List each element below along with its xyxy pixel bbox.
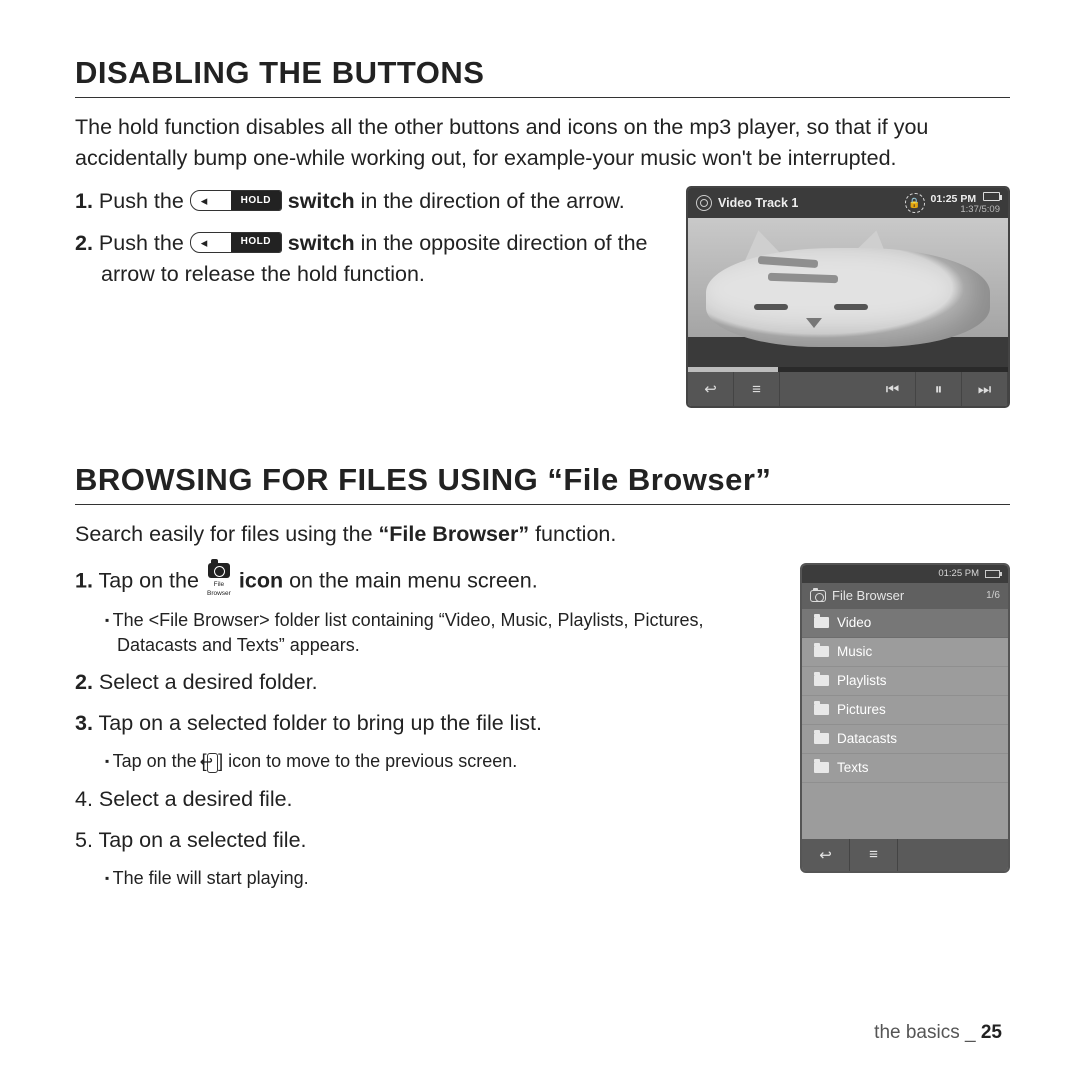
battery-icon <box>983 192 1000 201</box>
film-reel-icon <box>696 195 712 211</box>
heading-file-browser: BROWSING FOR FILES USING “File Browser” <box>75 462 1010 505</box>
heading-disabling-buttons: DISABLING THE BUTTONS <box>75 55 1010 98</box>
browser-clock: 01:25 PM <box>938 568 979 579</box>
folder-icon <box>814 617 829 628</box>
menu-button[interactable]: ≡ <box>734 372 780 406</box>
list-item[interactable]: Video <box>802 609 1008 638</box>
back-button[interactable]: ↩ <box>802 839 850 871</box>
menu-button[interactable]: ≡ <box>850 839 898 871</box>
browser-title: File Browser <box>832 588 904 603</box>
player-elapsed: 1:37/5:09 <box>931 205 1000 215</box>
file-browser-icon: File Browser <box>205 563 233 599</box>
folder-icon <box>814 675 829 686</box>
fb-sub-3: Tap on the [↩] icon to move to the previ… <box>75 749 776 773</box>
video-title: Video Track 1 <box>718 196 798 210</box>
fb-sub-1: The <File Browser> folder list containin… <box>75 608 776 657</box>
file-browser-header-icon <box>810 590 826 602</box>
folder-icon <box>814 704 829 715</box>
intro-paragraph-2: Search easily for files using the “File … <box>75 519 1010 550</box>
next-button[interactable]: ⏭ <box>962 372 1008 406</box>
list-item-label: Pictures <box>837 702 886 717</box>
step-1: 1. Push the ◂HOLD switch in the directio… <box>75 186 662 217</box>
pause-button[interactable]: ⏸ <box>916 372 962 406</box>
folder-icon <box>814 733 829 744</box>
hold-switch-icon: ◂HOLD <box>190 232 282 253</box>
intro-paragraph-1: The hold function disables all the other… <box>75 112 1010 174</box>
folder-icon <box>814 762 829 773</box>
browser-count: 1/6 <box>986 590 1000 601</box>
list-item-label: Music <box>837 644 872 659</box>
fb-step-1: 1. Tap on the File Browser icon on the m… <box>75 563 776 599</box>
battery-icon <box>985 570 1000 578</box>
fb-step-2: 2. Select a desired folder. <box>75 667 776 698</box>
folder-icon <box>814 646 829 657</box>
video-player-screenshot: Video Track 1 🔒 01:25 PM 1:37/5:09 <box>686 186 1010 408</box>
list-item[interactable]: Playlists <box>802 667 1008 696</box>
page-footer: the basics _ 25 <box>874 1022 1002 1044</box>
list-item-label: Datacasts <box>837 731 897 746</box>
list-item[interactable]: Music <box>802 638 1008 667</box>
fb-step-5: 5. Tap on a selected file. <box>75 825 776 856</box>
list-item-label: Playlists <box>837 673 887 688</box>
return-icon: ↩ <box>207 753 218 773</box>
back-button[interactable]: ↩ <box>688 372 734 406</box>
lock-icon: 🔒 <box>905 193 925 213</box>
step-2: 2. Push the ◂HOLD switch in the opposite… <box>75 228 662 290</box>
file-browser-screenshot: 01:25 PM File Browser 1/6 Video Music Play… <box>800 563 1010 873</box>
hold-switch-icon: ◂HOLD <box>190 190 282 211</box>
list-item[interactable]: Pictures <box>802 696 1008 725</box>
previous-button[interactable]: ⏮ <box>870 372 916 406</box>
fb-step-4: 4. Select a desired file. <box>75 784 776 815</box>
list-item[interactable]: Texts <box>802 754 1008 783</box>
video-thumbnail-cat <box>688 218 1008 367</box>
list-item-label: Video <box>837 615 871 630</box>
list-item[interactable]: Datacasts <box>802 725 1008 754</box>
list-item-label: Texts <box>837 760 869 775</box>
fb-step-3: 3. Tap on a selected folder to bring up … <box>75 708 776 739</box>
fb-sub-5: The file will start playing. <box>75 866 776 890</box>
